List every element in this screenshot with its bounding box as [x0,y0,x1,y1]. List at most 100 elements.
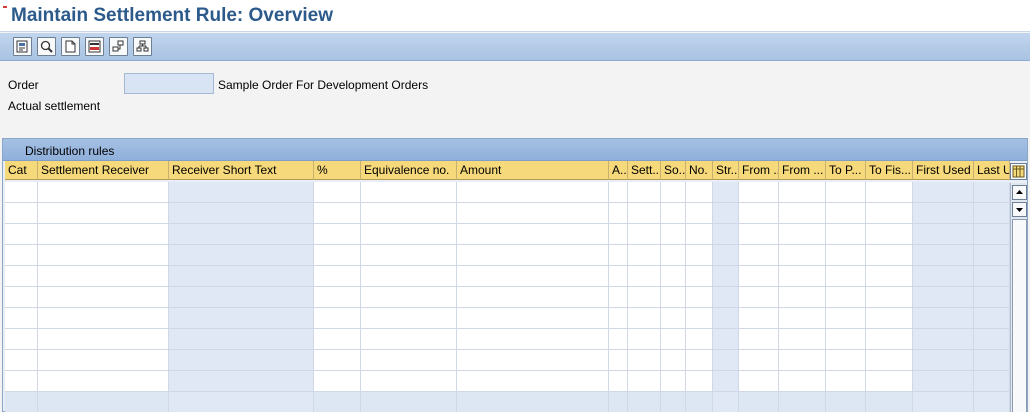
table-cell[interactable] [974,203,1010,224]
table-cell[interactable] [38,308,169,329]
table-cell[interactable] [5,371,38,392]
vertical-scrollbar[interactable] [1010,183,1027,412]
table-cell[interactable] [661,224,686,245]
table-cell[interactable] [314,308,361,329]
table-cell[interactable] [713,350,739,371]
table-cell[interactable] [628,371,661,392]
table-cell[interactable] [866,203,913,224]
display-button[interactable] [37,37,56,56]
table-cell[interactable] [169,266,314,287]
table-cell[interactable] [779,329,826,350]
table-cell[interactable] [779,287,826,308]
table-cell[interactable] [739,266,779,287]
table-cell[interactable] [866,308,913,329]
table-cell[interactable] [628,203,661,224]
table-cell[interactable] [779,392,826,412]
table-cell[interactable] [779,266,826,287]
column-header[interactable]: Receiver Short Text [169,161,314,180]
table-cell[interactable] [779,203,826,224]
table-cell[interactable] [826,308,866,329]
table-cell[interactable] [361,182,457,203]
table-cell[interactable] [457,224,609,245]
table-cell[interactable] [913,203,974,224]
table-cell[interactable] [974,371,1010,392]
table-cell[interactable] [913,287,974,308]
table-cell[interactable] [686,203,713,224]
table-cell[interactable] [628,329,661,350]
column-header[interactable]: So... [661,161,686,180]
scroll-up-button[interactable] [1012,185,1027,200]
table-cell[interactable] [739,392,779,412]
table-cell[interactable] [913,245,974,266]
table-cell[interactable] [38,350,169,371]
table-cell[interactable] [609,392,628,412]
table-cell[interactable] [361,371,457,392]
table-cell[interactable] [361,392,457,412]
table-cell[interactable] [609,203,628,224]
table-cell[interactable] [457,182,609,203]
table-cell[interactable] [974,182,1010,203]
table-cell[interactable] [686,392,713,412]
table-cell[interactable] [38,224,169,245]
table-cell[interactable] [609,287,628,308]
table-cell[interactable] [779,308,826,329]
table-cell[interactable] [974,245,1010,266]
table-cell[interactable] [457,392,609,412]
table-cell[interactable] [826,224,866,245]
table-cell[interactable] [661,245,686,266]
table-cell[interactable] [974,392,1010,412]
table-cell[interactable] [609,329,628,350]
column-header[interactable]: Str... [713,161,739,180]
column-header[interactable]: A... [609,161,628,180]
table-cell[interactable] [5,266,38,287]
table-cell[interactable] [713,371,739,392]
column-header[interactable]: From ... [739,161,779,180]
table-cell[interactable] [913,224,974,245]
table-cell[interactable] [361,329,457,350]
table-cell[interactable] [609,224,628,245]
table-cell[interactable] [361,245,457,266]
table-cell[interactable] [826,350,866,371]
table-cell[interactable] [169,182,314,203]
table-cell[interactable] [609,371,628,392]
table-cell[interactable] [713,308,739,329]
table-cell[interactable] [314,203,361,224]
column-header[interactable]: To Fis... [866,161,913,180]
table-cell[interactable] [826,245,866,266]
table-cell[interactable] [913,329,974,350]
table-cell[interactable] [169,203,314,224]
table-cell[interactable] [866,266,913,287]
table-cell[interactable] [779,245,826,266]
list-button[interactable] [85,37,104,56]
table-cell[interactable] [779,371,826,392]
table-cell[interactable] [609,308,628,329]
table-cell[interactable] [314,329,361,350]
table-cell[interactable] [739,329,779,350]
table-cell[interactable] [826,182,866,203]
table-cell[interactable] [5,245,38,266]
table-cell[interactable] [628,182,661,203]
table-cell[interactable] [974,266,1010,287]
table-cell[interactable] [661,371,686,392]
table-cell[interactable] [913,266,974,287]
table-cell[interactable] [866,329,913,350]
table-cell[interactable] [5,203,38,224]
table-cell[interactable] [661,392,686,412]
table-cell[interactable] [686,287,713,308]
table-cell[interactable] [38,371,169,392]
table-cell[interactable] [169,287,314,308]
table-cell[interactable] [38,245,169,266]
table-cell[interactable] [826,203,866,224]
table-cell[interactable] [609,245,628,266]
table-cell[interactable] [5,350,38,371]
column-header[interactable]: Settlement Receiver [38,161,169,180]
table-cell[interactable] [866,350,913,371]
table-cell[interactable] [361,308,457,329]
column-header[interactable]: Amount [457,161,609,180]
table-cell[interactable] [661,182,686,203]
column-header[interactable]: No. [686,161,713,180]
table-cell[interactable] [661,350,686,371]
table-cell[interactable] [686,266,713,287]
table-cell[interactable] [686,245,713,266]
table-cell[interactable] [314,392,361,412]
